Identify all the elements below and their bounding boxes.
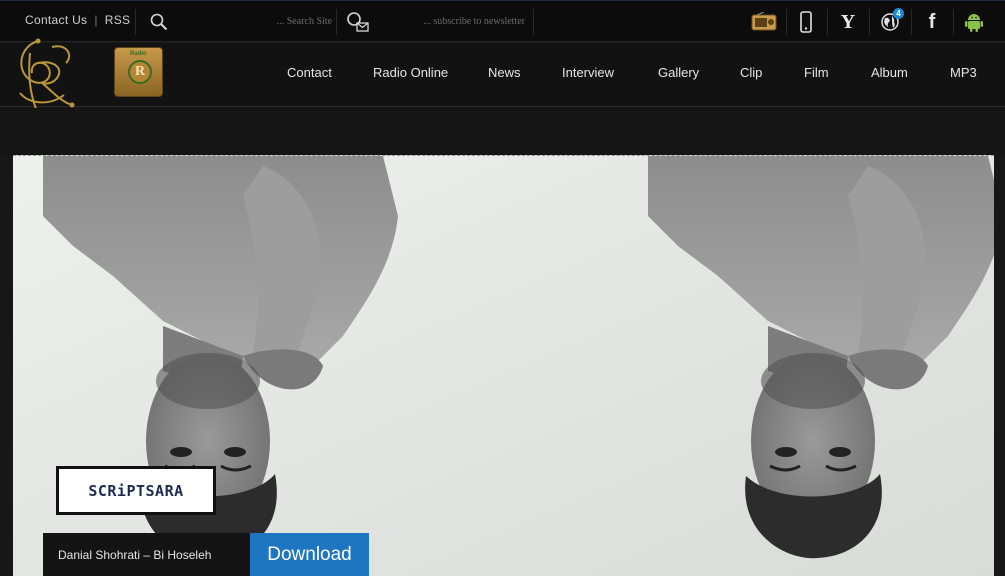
watermark-text: SCRiPTSARA xyxy=(88,481,184,500)
radio-icon[interactable] xyxy=(749,7,779,37)
divider xyxy=(135,9,136,35)
nav-gallery[interactable]: Gallery xyxy=(658,65,699,80)
notification-badge: 4 xyxy=(893,8,904,19)
mobile-icon[interactable] xyxy=(791,7,821,37)
globe-icon[interactable]: 4 xyxy=(875,7,905,37)
nav-clip[interactable]: Clip xyxy=(740,65,762,80)
sub-bar xyxy=(0,108,1005,155)
nav-film[interactable]: Film xyxy=(804,65,829,80)
radio-logo-caption: Radio xyxy=(130,51,147,57)
contact-us-link[interactable]: Contact Us xyxy=(25,13,87,27)
divider xyxy=(827,9,828,35)
divider xyxy=(953,9,954,35)
facebook-letter: f xyxy=(928,10,936,33)
divider xyxy=(911,9,912,35)
song-title: Danial Shohrati – Bi Hoseleh xyxy=(58,547,212,562)
nav-contact[interactable]: Contact xyxy=(287,65,332,80)
link-separator: | xyxy=(94,13,98,27)
yahoo-letter: Y xyxy=(840,10,856,33)
site-logo[interactable] xyxy=(8,33,84,115)
newsletter-input[interactable] xyxy=(385,12,525,30)
download-button[interactable]: Download xyxy=(250,533,369,576)
divider xyxy=(533,9,534,35)
newsletter-icon[interactable] xyxy=(346,11,370,33)
radio-logo-letter: R xyxy=(128,60,152,84)
song-title-box: Danial Shohrati – Bi Hoseleh xyxy=(43,533,250,576)
top-bar: Contact Us | RSS Y 4 f xyxy=(0,0,1005,42)
search-input[interactable] xyxy=(232,12,332,30)
top-links: Contact Us | RSS xyxy=(25,13,130,27)
nav-album[interactable]: Album xyxy=(871,65,908,80)
android-icon[interactable] xyxy=(959,7,989,37)
search-icon[interactable] xyxy=(150,13,168,31)
main-navbar: Radio R Contact Radio Online News Interv… xyxy=(0,38,1005,110)
yahoo-icon[interactable]: Y xyxy=(833,7,863,37)
nav-radio-online[interactable]: Radio Online xyxy=(373,65,448,80)
divider xyxy=(336,9,337,35)
nav-news[interactable]: News xyxy=(488,65,521,80)
radio-logo[interactable]: Radio R xyxy=(114,47,163,97)
watermark-logo: SCRiPTSARA xyxy=(56,466,216,515)
divider xyxy=(869,9,870,35)
divider xyxy=(786,9,787,35)
rss-link[interactable]: RSS xyxy=(105,13,131,27)
facebook-icon[interactable]: f xyxy=(917,7,947,37)
nav-mp3[interactable]: MP3 xyxy=(950,65,977,80)
nav-interview[interactable]: Interview xyxy=(562,65,614,80)
